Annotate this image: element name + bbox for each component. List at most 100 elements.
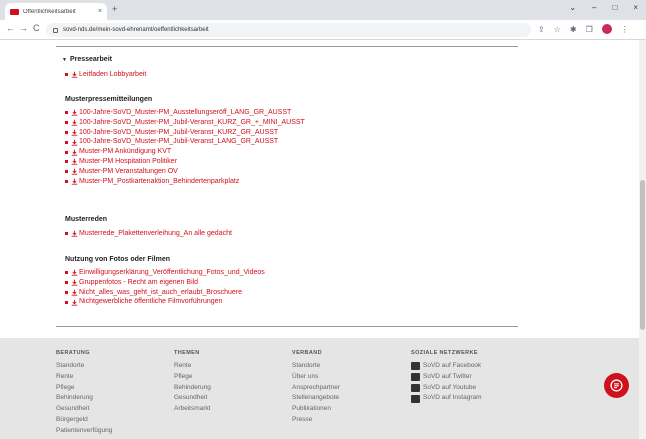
bullet-icon — [65, 232, 68, 236]
footer-link[interactable]: Stellenangebote — [292, 393, 340, 404]
footer-link[interactable]: Standorte — [56, 361, 112, 372]
new-tab-button[interactable]: + — [112, 4, 117, 14]
tab-oeffentlichkeitsarbeit[interactable]: Öffentlichkeitsarbeit × — [5, 3, 107, 20]
download-icon — [71, 72, 78, 79]
download-link[interactable]: 100-Jahre-SoVD_Muster-PM_Jubil-Veranst_L… — [65, 137, 305, 147]
footer-link-label: Standorte — [292, 362, 321, 369]
back-button[interactable]: ← — [6, 23, 15, 33]
footer-link-label: Pflege — [56, 383, 75, 391]
link-label: Musterrede_Plakettenverleihung_An alle g… — [79, 230, 232, 237]
download-link[interactable]: Nicht_alles_was_geht_ist_auch_erlaubt_Br… — [65, 288, 265, 298]
press-link-list: Leitfaden Lobbyarbeit — [65, 70, 146, 80]
footer-link-label: Bürgergeld — [56, 415, 88, 423]
footer-link[interactable]: Gesundheit — [174, 393, 211, 404]
footer-link-label: Stellenangebote — [292, 394, 339, 402]
download-link[interactable]: 100-Jahre-SoVD_Muster-PM_Ausstellungserö… — [65, 108, 305, 118]
link-label: Muster-PM Ankündigung KVT — [79, 148, 172, 156]
footer-link[interactable]: Rente — [56, 372, 112, 383]
close-window-button[interactable]: × — [633, 3, 638, 12]
download-link[interactable]: Muster-PM Ankündigung KVT — [65, 147, 305, 157]
footer-link[interactable]: SoVD auf Facebook — [411, 361, 482, 372]
footer-link[interactable]: Pflege — [56, 383, 112, 394]
reload-button[interactable]: C — [33, 23, 40, 33]
download-link[interactable]: 100-Jahre-SoVD_Muster-PM_Jubil-Veranst_K… — [65, 118, 305, 128]
footer-link[interactable]: Über uns — [292, 372, 340, 383]
download-link[interactable]: Einwilligungserklärung_Veröffentlichung_… — [65, 268, 265, 278]
footer-column-heading: THEMEN — [174, 350, 200, 356]
pressearbeit-toggle[interactable]: ▼ Pressearbeit — [62, 56, 112, 63]
download-icon — [71, 270, 78, 277]
footer-link[interactable]: SoVD auf Twitter — [411, 372, 482, 383]
download-link[interactable]: Leitfaden Lobbyarbeit — [65, 70, 146, 80]
footer-link-label: Behinderung — [174, 383, 211, 391]
footer-link[interactable]: Standorte — [292, 361, 340, 372]
link-label: Einwilligungserklärung_Veröffentlichung_… — [79, 269, 265, 276]
bullet-icon — [65, 160, 68, 164]
profile-avatar[interactable] — [601, 24, 612, 34]
browser-menu-icon[interactable]: ⋮ — [621, 25, 629, 34]
tab-bar: Öffentlichkeitsarbeit × + ⌄ – □ × — [0, 0, 646, 20]
footer-link[interactable]: Bürgergeld — [56, 415, 112, 426]
footer-link[interactable]: Publikationen — [292, 404, 340, 415]
tab-search-icon[interactable]: ⌄ — [569, 3, 576, 12]
page-scrollbar[interactable] — [639, 40, 646, 439]
footer-link[interactable]: Patientenverfügung — [56, 426, 112, 437]
youtube-icon — [411, 383, 420, 392]
footer-link-label: SoVD auf Facebook — [423, 362, 482, 369]
divider-top — [56, 46, 518, 47]
download-link[interactable]: 100-Jahre-SoVD_Muster-PM_Jubil-Veranst_K… — [65, 128, 305, 138]
footer-link[interactable]: Gesundheit — [56, 404, 112, 415]
maximize-button[interactable]: □ — [612, 3, 617, 12]
bullet-icon — [65, 300, 68, 304]
bullet-icon — [65, 150, 68, 154]
footer-link-label: Patientenverfügung — [56, 426, 113, 434]
bullet-icon — [65, 281, 68, 285]
minimize-button[interactable]: – — [592, 3, 596, 12]
footer-link[interactable]: Behinderung — [56, 393, 112, 404]
download-link[interactable]: Muster-PM_Postkartenaktion_Behindertenpa… — [65, 177, 305, 187]
bullet-icon — [65, 130, 68, 134]
footer-link-label: SoVD auf Youtube — [423, 383, 477, 391]
lock-icon[interactable] — [53, 27, 58, 33]
side-panel-icon[interactable]: ❐ — [586, 25, 593, 34]
footer-link-label: Publikationen — [292, 405, 332, 413]
scrollbar-thumb[interactable] — [640, 180, 645, 330]
footer-link-label: Presse — [292, 415, 313, 423]
footer-column: VERBAND Standorte Über uns Ansprechpartner S… — [292, 350, 340, 426]
footer-link[interactable]: Presse — [292, 415, 340, 426]
download-link[interactable]: Gruppenfotos - Recht am eigenen Bild — [65, 278, 265, 288]
download-link[interactable]: Nichtgewerbliche öffentliche Filmvorführ… — [65, 297, 265, 307]
link-label: Muster-PM Veranstaltungen OV — [79, 167, 178, 175]
footer-link[interactable]: Behinderung — [174, 383, 211, 394]
bookmark-star-icon[interactable]: ☆ — [554, 25, 561, 34]
footer-link[interactable]: Ansprechpartner — [292, 383, 340, 394]
download-icon — [71, 299, 78, 306]
link-label: Muster-PM_Postkartenaktion_Behindertenpa… — [79, 177, 240, 185]
download-icon — [71, 149, 78, 156]
browser-window: Öffentlichkeitsarbeit × + ⌄ – □ × ← → C … — [0, 0, 646, 439]
footer-link[interactable]: Rente — [174, 361, 211, 372]
extensions-icon[interactable]: ✱ — [570, 25, 577, 34]
share-icon[interactable]: ⇪ — [538, 25, 545, 34]
chat-bubble-icon — [610, 379, 623, 392]
download-icon — [71, 119, 78, 126]
footer-link[interactable]: SoVD auf Youtube — [411, 383, 482, 394]
footer-link[interactable]: SoVD auf Instagram — [411, 393, 482, 404]
forward-button[interactable]: → — [19, 23, 28, 33]
address-toolbar: ← → C sovd-nds.de/mein-sovd-ehrenamt/oef… — [0, 20, 646, 40]
footer-link-label: Rente — [174, 362, 192, 369]
footer-link-label: Rente — [56, 372, 74, 380]
tab-close-icon[interactable]: × — [98, 8, 102, 15]
footer-link-label: Standorte — [56, 362, 85, 369]
download-link[interactable]: Muster-PM Veranstaltungen OV — [65, 167, 305, 177]
address-bar[interactable]: sovd-nds.de/mein-sovd-ehrenamt/oeffentli… — [46, 23, 531, 37]
footer-link[interactable]: Arbeitsmarkt — [174, 404, 211, 415]
footer-link[interactable]: Pflege — [174, 372, 211, 383]
facebook-icon — [411, 362, 420, 371]
url-text: sovd-nds.de/mein-sovd-ehrenamt/oeffentli… — [63, 27, 209, 33]
chat-button[interactable] — [604, 373, 629, 398]
download-link[interactable]: Muster-PM Hospitation Politiker — [65, 157, 305, 167]
footer-link-label: Gesundheit — [56, 405, 90, 413]
download-link[interactable]: Musterrede_Plakettenverleihung_An alle g… — [65, 229, 232, 239]
download-link-list: Einwilligungserklärung_Veröffentlichung_… — [65, 268, 265, 307]
